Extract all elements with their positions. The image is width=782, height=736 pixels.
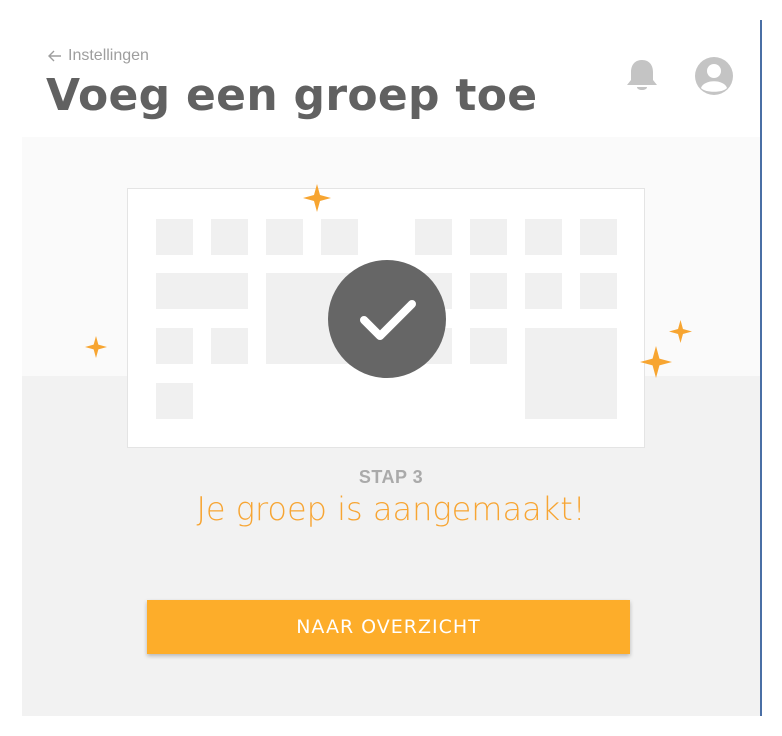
calendar-cell: [580, 273, 617, 309]
calendar-cell: [156, 273, 248, 309]
calendar-cell: [525, 328, 617, 419]
to-overview-button[interactable]: NAAR OVERZICHT: [147, 600, 630, 654]
calendar-cell: [525, 219, 562, 255]
calendar-cell: [580, 219, 617, 255]
back-link-label: Instellingen: [68, 47, 149, 64]
calendar-cell: [415, 219, 452, 255]
calendar-cell: [156, 219, 193, 255]
calendar-cell: [470, 219, 507, 255]
arrow-left-icon: [48, 50, 61, 62]
calendar-cell: [525, 273, 562, 309]
profile-avatar[interactable]: [694, 56, 734, 96]
sparkle-icon: [669, 320, 692, 343]
bell-icon: [627, 60, 657, 90]
app-window: Instellingen Voeg een groep toe STAP 3 J…: [22, 20, 760, 716]
calendar-cell: [156, 328, 193, 364]
user-avatar-icon: [695, 57, 733, 95]
sparkle-icon: [85, 336, 107, 358]
calendar-cell: [470, 328, 507, 364]
calendar-cell: [211, 328, 248, 364]
page-header: Instellingen Voeg een groep toe: [22, 20, 760, 137]
calendar-cell: [321, 219, 358, 255]
calendar-cell: [211, 219, 248, 255]
success-check-badge: [328, 260, 446, 378]
notifications-button[interactable]: [625, 58, 659, 94]
window-edge: [760, 20, 762, 716]
calendar-cell: [156, 383, 193, 419]
checkmark-icon: [360, 300, 416, 340]
step-label: STAP 3: [358, 467, 424, 487]
calendar-cell: [470, 273, 507, 309]
sparkle-icon: [303, 184, 331, 212]
page-title: Voeg een groep toe: [46, 70, 538, 121]
back-link[interactable]: Instellingen: [48, 47, 149, 65]
success-message: Je groep is aangemaakt!: [196, 490, 586, 528]
calendar-cell: [266, 219, 303, 255]
sparkle-icon: [640, 346, 672, 378]
